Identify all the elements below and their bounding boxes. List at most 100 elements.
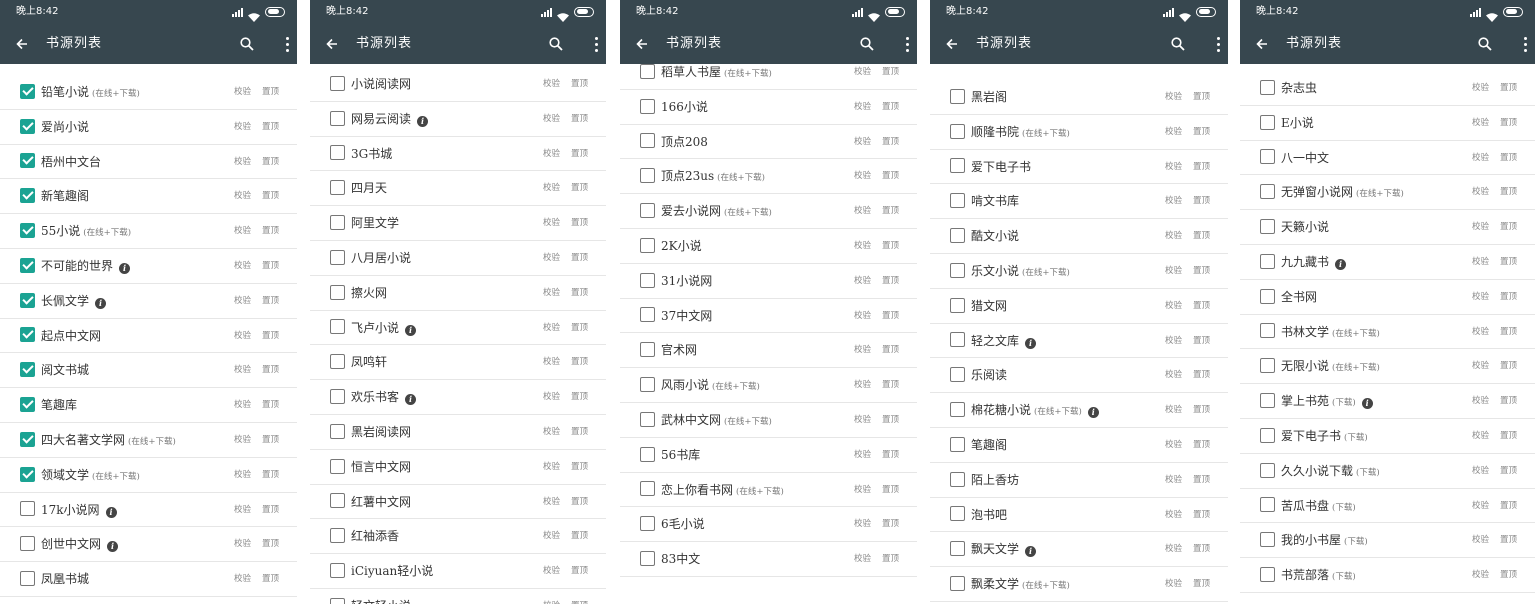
verify-button[interactable]: 校验 (543, 276, 560, 310)
checkbox-unchecked[interactable] (1260, 532, 1275, 548)
verify-button[interactable]: 校验 (543, 450, 560, 484)
list-item[interactable]: 6毛小说 校验 置顶 (620, 507, 917, 543)
pin-top-button[interactable]: 置顶 (1193, 184, 1210, 218)
list-item[interactable]: 久久小说下载 (下载) 校验 置顶 (1240, 454, 1535, 489)
list-item[interactable]: 阿里文学 校验 置顶 (310, 206, 606, 241)
pin-top-button[interactable]: 置顶 (1500, 454, 1517, 488)
list-item[interactable]: 泡书吧 校验 置顶 (930, 498, 1228, 533)
list-item[interactable]: 顶点208 校验 置顶 (620, 125, 917, 160)
pin-top-button[interactable]: 置顶 (1193, 498, 1210, 532)
verify-button[interactable]: 校验 (1165, 428, 1182, 462)
info-icon[interactable]: i (1025, 546, 1037, 558)
checkbox-checked[interactable] (20, 431, 35, 447)
pin-top-button[interactable]: 置顶 (882, 438, 899, 472)
list-item[interactable]: 飞卢小说 i 校验 置顶 (310, 311, 606, 346)
verify-button[interactable]: 校验 (543, 589, 560, 604)
pin-top-button[interactable]: 置顶 (882, 403, 899, 437)
verify-button[interactable]: 校验 (854, 90, 871, 124)
list-item[interactable]: 全书网 校验 置顶 (1240, 280, 1535, 315)
checkbox-checked[interactable] (20, 362, 35, 378)
verify-button[interactable]: 校验 (854, 229, 871, 263)
verify-button[interactable]: 校验 (234, 353, 251, 387)
checkbox-unchecked[interactable] (950, 193, 965, 209)
list-item[interactable]: 小说阅读网 校验 置顶 (310, 67, 606, 102)
list-item[interactable]: 官术网 校验 置顶 (620, 333, 917, 369)
list-item[interactable]: 新笔趣阁 校验 置顶 (0, 179, 297, 215)
checkbox-unchecked[interactable] (640, 342, 655, 358)
verify-button[interactable]: 校验 (1165, 532, 1182, 566)
pin-top-button[interactable]: 置顶 (1193, 254, 1210, 288)
verify-button[interactable]: 校验 (1472, 349, 1489, 383)
pin-top-button[interactable]: 置顶 (571, 415, 588, 449)
checkbox-unchecked[interactable] (950, 88, 965, 104)
info-icon[interactable]: i (1335, 259, 1347, 270)
checkbox-checked[interactable] (20, 397, 35, 413)
verify-button[interactable]: 校验 (543, 345, 560, 379)
pin-top-button[interactable]: 置顶 (571, 380, 588, 414)
checkbox-checked[interactable] (20, 153, 35, 169)
list-item[interactable]: 风雨小说 (在线+下载) 校验 置顶 (620, 368, 917, 403)
back-arrow-icon[interactable] (1250, 32, 1274, 56)
list-item[interactable]: 顶点23us (在线+下载) 校验 置顶 (620, 159, 917, 195)
checkbox-unchecked[interactable] (950, 471, 965, 487)
verify-button[interactable]: 校验 (543, 137, 560, 171)
back-arrow-icon[interactable] (630, 32, 654, 56)
list-item[interactable]: 书林文学 (在线+下载) 校验 置顶 (1240, 315, 1535, 350)
checkbox-unchecked[interactable] (640, 516, 655, 532)
pin-top-button[interactable]: 置顶 (262, 284, 279, 318)
verify-button[interactable]: 校验 (1165, 498, 1182, 532)
checkbox-unchecked[interactable] (330, 389, 345, 405)
pin-top-button[interactable]: 置顶 (882, 159, 899, 193)
list-item[interactable]: 天籁小说 校验 置顶 (1240, 210, 1535, 245)
list-item[interactable]: 顺隆书院 (在线+下载) 校验 置顶 (930, 115, 1228, 150)
list-item[interactable]: 擦火网 校验 置顶 (310, 276, 606, 311)
verify-button[interactable]: 校验 (1472, 454, 1489, 488)
verify-button[interactable]: 校验 (234, 179, 251, 213)
checkbox-unchecked[interactable] (950, 297, 965, 313)
verify-button[interactable]: 校验 (1165, 289, 1182, 323)
checkbox-unchecked[interactable] (20, 571, 35, 587)
verify-button[interactable]: 校验 (1472, 419, 1489, 453)
list-item[interactable]: 3G书城 校验 置顶 (310, 137, 606, 172)
pin-top-button[interactable]: 置顶 (1193, 463, 1210, 497)
list-item[interactable]: 棉花糖小说 (在线+下载) i 校验 置顶 (930, 393, 1228, 428)
pin-top-button[interactable]: 置顶 (1500, 245, 1517, 279)
pin-top-button[interactable]: 置顶 (262, 179, 279, 213)
list-item[interactable]: 不可能的世界 i 校验 置顶 (0, 249, 297, 284)
verify-button[interactable]: 校验 (1472, 523, 1489, 557)
list-item[interactable]: 四大名著文学网 (在线+下载) 校验 置顶 (0, 423, 297, 458)
verify-button[interactable]: 校验 (1165, 184, 1182, 218)
list-item[interactable]: 红薯中文网 校验 置顶 (310, 485, 606, 520)
pin-top-button[interactable]: 置顶 (262, 110, 279, 144)
list-item[interactable]: 83中文 校验 置顶 (620, 542, 917, 577)
pin-top-button[interactable]: 置顶 (571, 589, 588, 604)
verify-button[interactable]: 校验 (234, 145, 251, 179)
verify-button[interactable]: 校验 (1165, 219, 1182, 253)
pin-top-button[interactable]: 置顶 (1193, 567, 1210, 601)
list-item[interactable]: 轻之文库 i 校验 置顶 (930, 324, 1228, 359)
list-item[interactable]: 掌上书苑 (下载) i 校验 置顶 (1240, 384, 1535, 419)
checkbox-unchecked[interactable] (1260, 114, 1275, 130)
pin-top-button[interactable]: 置顶 (262, 527, 279, 561)
checkbox-unchecked[interactable] (1260, 79, 1275, 95)
more-options-icon[interactable] (279, 32, 295, 56)
pin-top-button[interactable]: 置顶 (262, 458, 279, 492)
pin-top-button[interactable]: 置顶 (262, 353, 279, 387)
list-item[interactable]: 陌上香坊 校验 置顶 (930, 463, 1228, 498)
list-item[interactable]: 爱尚小说 校验 置顶 (0, 110, 297, 145)
list-item[interactable]: E小说 校验 置顶 (1240, 106, 1535, 141)
checkbox-checked[interactable] (20, 292, 35, 308)
list-item[interactable]: 我的小书屋 (下载) 校验 置顶 (1240, 523, 1535, 559)
pin-top-button[interactable]: 置顶 (1193, 324, 1210, 358)
checkbox-checked[interactable] (20, 466, 35, 482)
checkbox-unchecked[interactable] (640, 272, 655, 288)
info-icon[interactable]: i (107, 541, 119, 553)
verify-button[interactable]: 校验 (854, 368, 871, 402)
info-icon[interactable]: i (405, 324, 417, 336)
checkbox-unchecked[interactable] (330, 75, 345, 91)
verify-button[interactable]: 校验 (854, 438, 871, 472)
verify-button[interactable]: 校验 (543, 102, 560, 136)
pin-top-button[interactable]: 置顶 (1193, 80, 1210, 114)
list-item[interactable]: 武林中文网 (在线+下载) 校验 置顶 (620, 403, 917, 438)
verify-button[interactable]: 校验 (854, 264, 871, 298)
